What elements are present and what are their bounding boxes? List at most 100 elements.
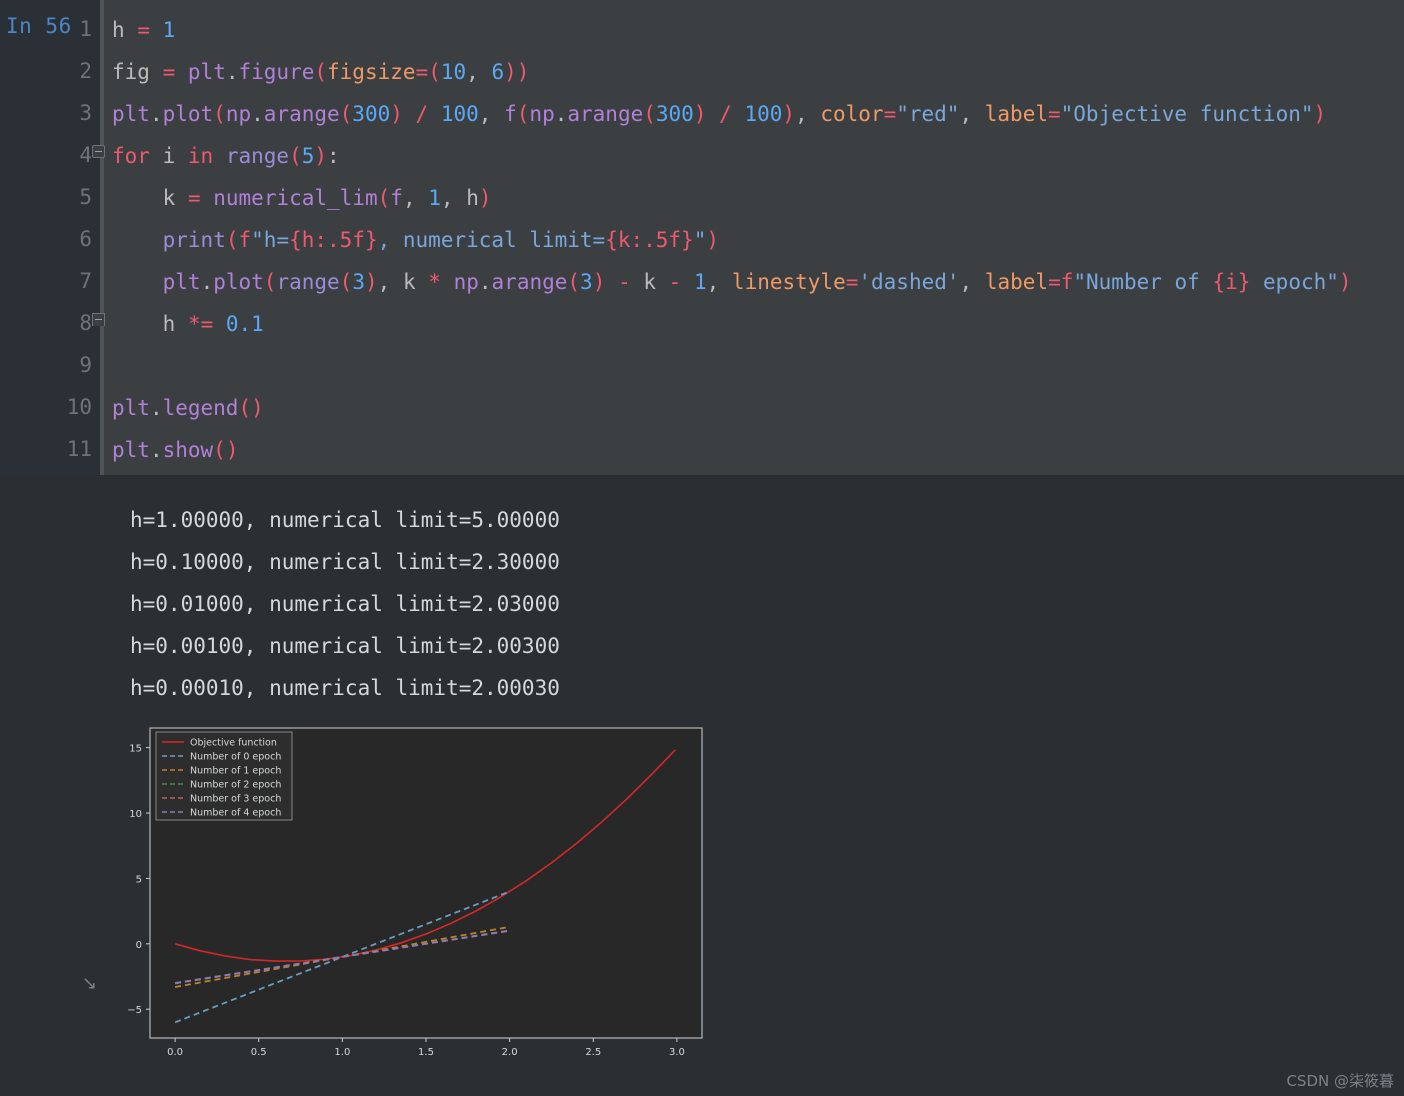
code-token: for xyxy=(112,144,150,168)
code-token: . xyxy=(225,60,239,84)
code-token: arange xyxy=(567,102,644,126)
code-token: np xyxy=(453,270,479,294)
code-token: = xyxy=(415,60,429,84)
code-token: , xyxy=(377,270,391,294)
code-token: f xyxy=(238,228,252,252)
code-token: arange xyxy=(263,102,340,126)
code-line[interactable]: for i in range(5): xyxy=(112,146,340,167)
code-token: range xyxy=(276,270,340,294)
code-token: 3 xyxy=(580,270,593,294)
code-line[interactable]: plt.plot(range(3), k * np.arange(3) - k … xyxy=(112,272,1352,293)
code-line[interactable]: plt.legend() xyxy=(112,398,264,419)
y-tick-label: 10 xyxy=(129,809,142,820)
code-token: epoch" xyxy=(1250,270,1339,294)
x-tick-label: 3.0 xyxy=(669,1047,685,1058)
line-number: 10 xyxy=(66,395,92,419)
code-token: , xyxy=(466,60,479,84)
code-token: {k:.5f} xyxy=(605,228,694,252)
legend-label-3: Number of 2 epoch xyxy=(190,780,281,791)
code-fold-toggle-icon[interactable] xyxy=(92,145,105,158)
code-token: ) xyxy=(693,102,707,126)
code-token: ( xyxy=(238,396,252,420)
code-token: ( xyxy=(428,60,441,84)
code-token: , xyxy=(402,186,416,210)
code-token: 5 xyxy=(301,144,315,168)
code-token: plt xyxy=(162,270,201,294)
output-line: h=0.00100, numerical limit=2.00300 xyxy=(130,634,560,658)
code-token: legend xyxy=(162,396,239,420)
code-token: h xyxy=(162,312,176,336)
code-token: ) xyxy=(504,60,517,84)
code-token: ( xyxy=(643,102,656,126)
line-number: 9 xyxy=(79,353,92,377)
code-token: k xyxy=(402,270,416,294)
code-token: = xyxy=(1048,270,1061,294)
code-token: linestyle xyxy=(731,270,846,294)
code-token: / xyxy=(415,102,429,126)
code-token: label xyxy=(984,102,1048,126)
code-line[interactable]: k = numerical_lim(f, 1, h) xyxy=(112,188,492,209)
legend-label-0: Objective function xyxy=(190,738,277,749)
code-fold-toggle-icon[interactable] xyxy=(92,313,105,326)
y-tick-label: 0 xyxy=(136,940,142,951)
code-token: 0.1 xyxy=(225,312,264,336)
code-line[interactable]: plt.show() xyxy=(112,440,238,461)
legend-label-5: Number of 4 epoch xyxy=(190,808,281,819)
line-number: 4 xyxy=(79,143,92,167)
code-line[interactable]: print(f"h={h:.5f}, numerical limit={k:.5… xyxy=(112,230,719,251)
code-token: ) xyxy=(1313,102,1327,126)
code-token: range xyxy=(225,144,290,168)
x-tick-label: 2.5 xyxy=(585,1047,601,1058)
code-token: 10 xyxy=(440,60,467,84)
code-line[interactable]: fig = plt.figure(figsize=(10, 6)) xyxy=(112,62,529,83)
output-line: h=0.10000, numerical limit=2.30000 xyxy=(130,550,560,574)
code-token: ) xyxy=(1338,270,1352,294)
matplotlib-figure: 0.0 0.5 1.0 1.5 2.0 2.5 3.0 15 10 5 0 −5 Objective f… xyxy=(110,718,710,1070)
code-token: - xyxy=(618,270,631,294)
code-token: np xyxy=(225,102,252,126)
code-token: plt xyxy=(112,396,150,420)
code-token: / xyxy=(719,102,732,126)
code-token: ( xyxy=(377,186,391,210)
code-token: label xyxy=(984,270,1049,294)
line-number: 11 xyxy=(66,437,92,461)
code-cell[interactable]: In 56 1 2 3 4 5 6 7 8 9 10 11 h = 1 fig = plt.figur… xyxy=(0,0,1404,475)
code-token: . xyxy=(149,438,163,462)
line-number: 5 xyxy=(79,185,92,209)
code-line[interactable]: h = 1 xyxy=(112,20,175,41)
code-token: plt xyxy=(187,60,226,84)
code-token: " xyxy=(693,228,707,252)
code-token: = xyxy=(137,18,150,42)
code-line[interactable]: plt.plot(np.arange(300) / 100, f(np.aran… xyxy=(112,104,1326,125)
code-token: ) xyxy=(390,102,403,126)
x-tick-label: 1.0 xyxy=(334,1047,350,1058)
code-token: ) xyxy=(516,60,530,84)
code-token: ) xyxy=(706,228,720,252)
code-token: = xyxy=(845,270,859,294)
code-token: , xyxy=(440,186,454,210)
code-token: f xyxy=(390,186,403,210)
x-tick-label: 0.0 xyxy=(167,1047,183,1058)
code-line[interactable]: h *= 0.1 xyxy=(112,314,264,335)
code-token: print xyxy=(162,228,226,252)
notebook-page: In 56 1 2 3 4 5 6 7 8 9 10 11 h = 1 fig = plt.figur… xyxy=(0,0,1404,1096)
code-token: plt xyxy=(112,438,150,462)
code-token: figsize xyxy=(327,60,416,84)
code-token: = xyxy=(883,102,897,126)
